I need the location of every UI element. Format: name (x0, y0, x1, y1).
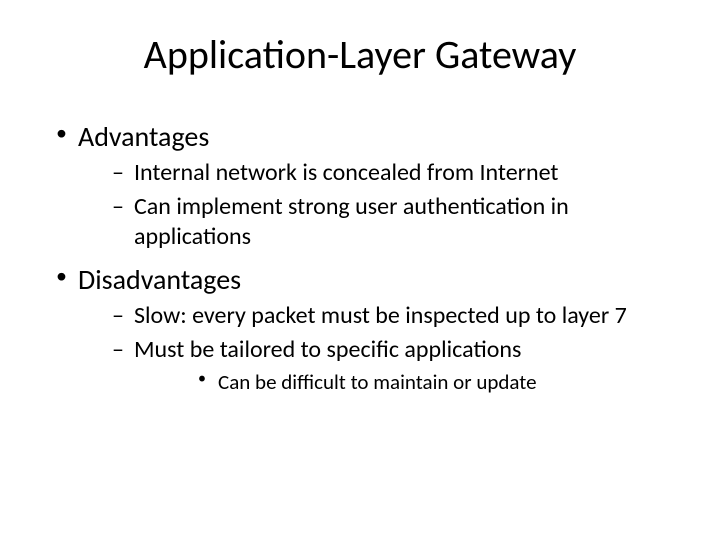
section-heading: Disadvantages (78, 262, 241, 297)
disadvantages-list: Slow: every packet must be inspected up … (78, 301, 670, 395)
list-item-text: Must be tailored to specific application… (134, 335, 521, 364)
list-item: Must be tailored to specific application… (78, 335, 670, 395)
section-advantages: Advantages Internal network is concealed… (50, 119, 670, 252)
section-disadvantages: Disadvantages Slow: every packet must be… (50, 262, 670, 395)
advantages-list: Internal network is concealed from Inter… (78, 158, 670, 252)
slide-title: Application-Layer Gateway (50, 30, 670, 79)
list-item: Can be difficult to maintain or update (134, 369, 670, 395)
section-heading: Advantages (78, 119, 209, 154)
content-list: Advantages Internal network is concealed… (50, 119, 670, 395)
slide: Application-Layer Gateway Advantages Int… (0, 0, 720, 540)
sub-list: Can be difficult to maintain or update (134, 369, 670, 395)
list-item: Slow: every packet must be inspected up … (78, 301, 670, 331)
list-item: Internal network is concealed from Inter… (78, 158, 670, 188)
list-item: Can implement strong user authentication… (78, 192, 670, 252)
